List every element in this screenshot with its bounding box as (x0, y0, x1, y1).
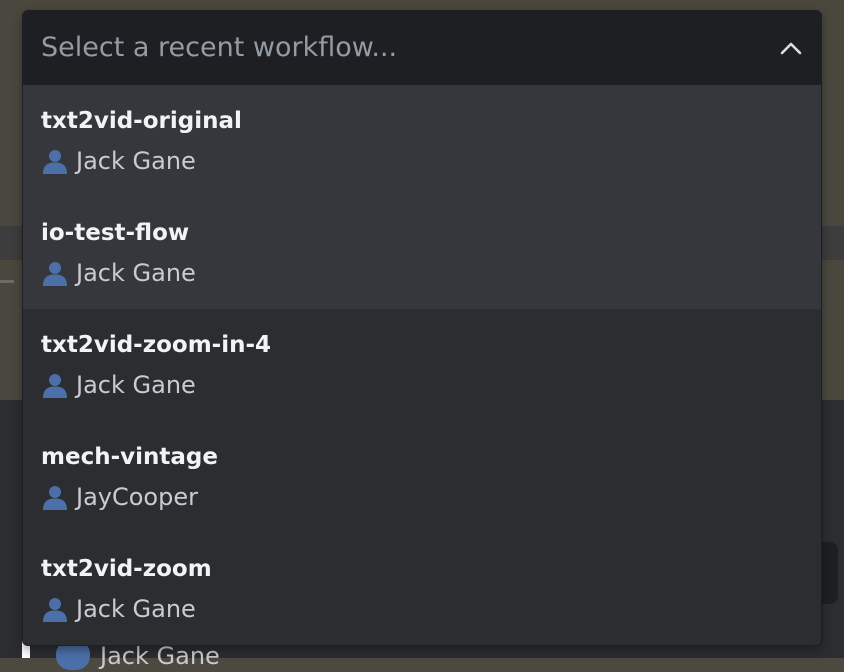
workflow-option-author-name: Jack Gane (76, 259, 196, 287)
workflow-option[interactable]: txt2vid-zoom-in-4 Jack Gane (23, 309, 821, 421)
user-icon (41, 371, 69, 399)
workflow-option-author: JayCooper (41, 482, 803, 512)
user-icon (41, 483, 69, 511)
workflow-option-author-name: Jack Gane (76, 595, 196, 623)
workflow-option-author: Jack Gane (41, 594, 803, 624)
user-icon (41, 147, 69, 175)
workflow-option-author: Jack Gane (41, 370, 803, 400)
workflow-option-author: Jack Gane (41, 146, 803, 176)
workflow-option[interactable]: mech-vintage JayCooper (23, 421, 821, 533)
workflow-option-title: txt2vid-original (41, 108, 242, 134)
workflow-option-author-name: JayCooper (76, 483, 198, 511)
workflow-options-list: txt2vid-original Jack Gane io-test-flow … (23, 85, 821, 645)
workflow-option-author-name: Jack Gane (76, 371, 196, 399)
workflow-option[interactable]: txt2vid-zoom Jack Gane (23, 533, 821, 645)
background-divider (0, 280, 14, 283)
workflow-option-title: txt2vid-zoom (41, 556, 212, 582)
workflow-option-title: txt2vid-zoom-in-4 (41, 332, 272, 358)
workflow-select[interactable]: Select a recent workflow... txt2vid-orig… (22, 10, 822, 646)
chevron-up-icon[interactable] (779, 36, 803, 60)
workflow-option-title: mech-vintage (41, 444, 218, 470)
user-icon (41, 595, 69, 623)
user-icon (41, 259, 69, 287)
workflow-option-author-name: Jack Gane (76, 147, 196, 175)
workflow-option[interactable]: io-test-flow Jack Gane (23, 197, 821, 309)
workflow-select-header[interactable]: Select a recent workflow... (23, 11, 821, 85)
workflow-option-title: io-test-flow (41, 220, 190, 246)
workflow-option[interactable]: txt2vid-original Jack Gane (23, 85, 821, 197)
workflow-option-author: Jack Gane (41, 258, 803, 288)
workflow-select-placeholder: Select a recent workflow... (41, 32, 398, 63)
